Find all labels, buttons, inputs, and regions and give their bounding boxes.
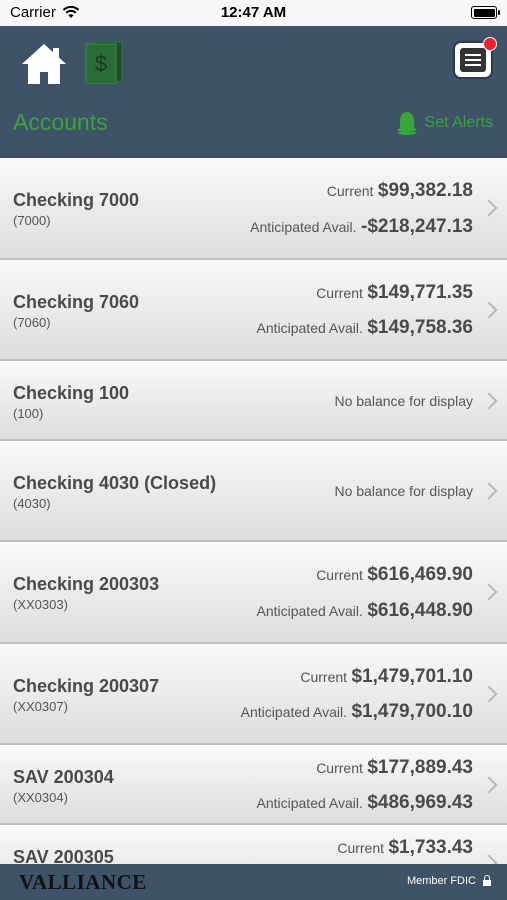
home-button[interactable] [20,42,68,86]
chevron-right-icon [480,854,498,864]
anticipated-balance: Anticipated Avail. $486,969.43 [256,792,474,813]
account-name: Checking 4030 (Closed) [13,473,217,493]
bell-icon [396,112,417,135]
account-row[interactable]: SAV 200305 Current $1,733.43 [0,825,507,864]
current-balance: Current $99,382.18 [326,180,473,201]
accounts-list: Checking 7000 (7000) Current $99,382.18 … [0,158,507,864]
chevron-right-icon [480,685,498,703]
account-number: (XX0307) [13,699,68,714]
account-number: (7060) [13,315,51,330]
current-balance: Current $1,479,701.10 [300,666,473,687]
menu-button[interactable] [453,37,497,79]
current-balance: Current $616,469.90 [316,564,473,585]
menu-icon [460,48,486,72]
current-balance: Current $177,889.43 [316,757,473,778]
chevron-right-icon [480,776,498,794]
chevron-right-icon [480,199,498,217]
member-fdic-label: Member FDIC [406,875,476,887]
account-name: Checking 200307 [13,676,160,696]
account-name: SAV 200304 [13,767,114,787]
brand-logo: VALLIANCE [19,870,147,894]
page-title: Accounts [13,109,108,135]
lock-icon [483,874,491,886]
chevron-right-icon [480,482,498,500]
chevron-right-icon [480,392,498,410]
account-number: (4030) [13,496,51,511]
anticipated-balance: Anticipated Avail. $616,448.90 [256,600,474,621]
account-name: Checking 7060 [13,292,140,312]
no-balance-text: No balance for display [334,393,473,409]
transfer-button[interactable]: $ [84,40,124,85]
account-row[interactable]: Checking 4030 (Closed) (4030) No balance… [0,441,507,542]
set-alerts-label: Set Alerts [424,114,493,131]
money-icon: $ [85,41,123,85]
account-number: (XX0303) [13,597,68,612]
member-fdic: Member FDIC [406,874,491,887]
anticipated-balance: Anticipated Avail. $1,479,700.10 [240,701,473,722]
current-balance: Current $149,771.35 [316,282,473,303]
account-row[interactable]: Checking 7060 (7060) Current $149,771.35… [0,260,507,361]
notification-badge [483,37,497,51]
no-balance-text: No balance for display [334,483,473,499]
account-number: (XX0304) [13,790,68,805]
account-row[interactable]: Checking 200303 (XX0303) Current $616,46… [0,542,507,644]
account-name: SAV 200305 [13,847,114,864]
app-header: $ Accounts Set Alerts [0,26,507,158]
svg-text:$: $ [95,51,107,76]
account-row[interactable]: Checking 100 (100) No balance for displa… [0,361,507,441]
account-name: Checking 7000 [13,190,140,210]
account-number: (7000) [13,213,51,228]
clock: 12:47 AM [220,4,287,21]
account-name: Checking 100 [13,383,130,403]
chevron-right-icon [480,583,498,601]
anticipated-balance: Anticipated Avail. -$218,247.13 [250,216,473,237]
status-bar: Carrier 12:47 AM [0,0,507,26]
footer: VALLIANCE Member FDIC [0,864,507,900]
account-row[interactable]: Checking 7000 (7000) Current $99,382.18 … [0,158,507,260]
account-row[interactable]: Checking 200307 (XX0307) Current $1,479,… [0,644,507,745]
chevron-right-icon [480,301,498,319]
current-balance: Current $1,733.43 [337,837,473,858]
account-number: (100) [13,406,44,421]
anticipated-balance: Anticipated Avail. $149,758.36 [256,317,474,338]
account-row[interactable]: SAV 200304 (XX0304) Current $177,889.43 … [0,745,507,825]
home-icon [22,44,66,84]
battery-icon [471,6,500,19]
set-alerts-button[interactable]: Set Alerts [395,110,493,136]
account-name: Checking 200303 [13,574,160,594]
